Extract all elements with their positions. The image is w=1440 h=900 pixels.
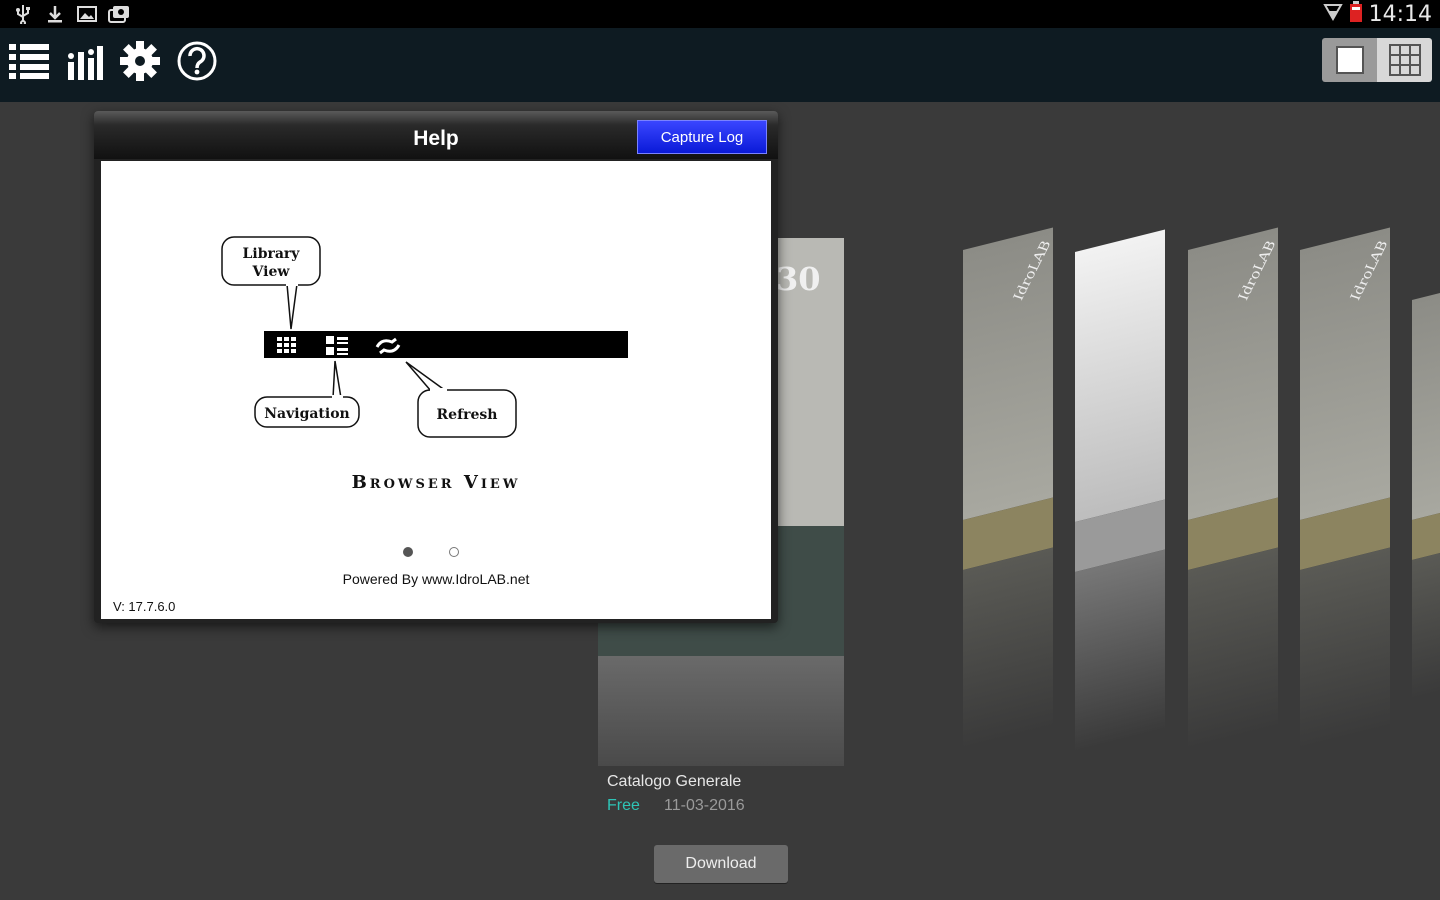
- page-dot-1[interactable]: [403, 547, 413, 557]
- menu-list-button[interactable]: [6, 38, 52, 84]
- help-icon: [177, 41, 217, 81]
- navigation-label: Navigation: [264, 406, 349, 422]
- library-view-label-line2: View: [252, 264, 291, 280]
- battery-icon: [1349, 0, 1363, 28]
- help-dialog: Help Capture Log Library View Navigation…: [94, 111, 778, 623]
- action-bar: [0, 28, 1440, 102]
- page-indicator: [403, 547, 459, 557]
- help-content[interactable]: Library View Navigation Refresh Browser …: [101, 161, 771, 619]
- side-cover-1[interactable]: IdroLAB: [963, 227, 1054, 750]
- image-icon: [76, 3, 98, 25]
- page-dot-2[interactable]: [449, 547, 459, 557]
- list-icon: [9, 44, 49, 79]
- view-toggle: [1322, 38, 1432, 82]
- price-label: Free: [607, 797, 640, 814]
- version-text: V: 17.7.6.0: [113, 599, 176, 614]
- catalog-title: Catalogo Generale: [607, 773, 742, 790]
- cover-top-text: 30: [776, 260, 821, 298]
- usb-icon: [12, 3, 34, 25]
- equalizer-icon: [68, 46, 103, 80]
- settings-button[interactable]: [117, 38, 163, 84]
- help-button[interactable]: [174, 38, 220, 84]
- powered-by-text: Powered By www.IdroLAB.net: [342, 571, 530, 587]
- grid-view-icon: [277, 337, 296, 353]
- gear-icon: [120, 41, 160, 81]
- download-button[interactable]: Download: [654, 845, 788, 883]
- download-icon: [44, 3, 66, 25]
- side-cover-3[interactable]: IdroLAB: [1188, 227, 1279, 750]
- clock: 14:14: [1368, 1, 1432, 27]
- refresh-label: Refresh: [437, 407, 498, 423]
- status-bar: 14:14: [0, 0, 1440, 28]
- grid-view-button[interactable]: [1377, 38, 1432, 82]
- library-view-label-line1: Library: [243, 246, 301, 262]
- browser-view-caption: Browser View: [351, 472, 521, 493]
- catalog-date: 11-03-2016: [664, 797, 745, 814]
- single-view-icon: [1335, 46, 1364, 74]
- cover-reflection: [598, 656, 844, 766]
- capture-log-button[interactable]: Capture Log: [637, 120, 767, 154]
- photos-icon: [108, 3, 130, 25]
- grid-view-icon: [1388, 44, 1421, 76]
- toolbar-graphic: [264, 331, 628, 358]
- side-cover-5[interactable]: [1412, 293, 1440, 700]
- side-cover-2[interactable]: [1075, 229, 1165, 752]
- wifi-icon: [1322, 1, 1343, 28]
- single-view-button[interactable]: [1322, 38, 1377, 82]
- stats-button[interactable]: [62, 38, 108, 84]
- browser-view-diagram: Library View Navigation Refresh: [221, 236, 628, 438]
- side-cover-4[interactable]: IdroLAB: [1300, 227, 1391, 750]
